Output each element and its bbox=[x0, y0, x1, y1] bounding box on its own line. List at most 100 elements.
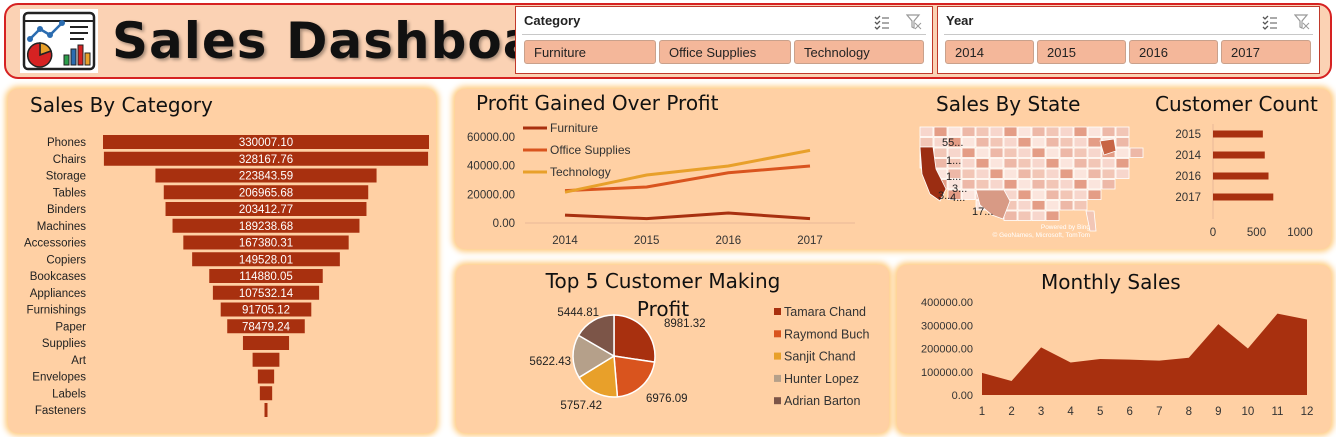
multi-select-icon[interactable] bbox=[874, 14, 890, 30]
state-shape bbox=[975, 137, 990, 148]
pie-value-label: 8981.32 bbox=[664, 318, 706, 330]
legend-swatch bbox=[774, 330, 781, 338]
state-shape bbox=[1059, 189, 1074, 200]
state-shape bbox=[1045, 189, 1060, 200]
state-shape bbox=[1045, 168, 1060, 179]
clear-filter-icon[interactable] bbox=[1294, 14, 1310, 30]
state-shape bbox=[1031, 189, 1046, 200]
slicer-item-2016[interactable]: 2016 bbox=[1129, 40, 1218, 64]
state-shape bbox=[961, 126, 976, 137]
category-label: Appliances bbox=[30, 288, 87, 300]
state-shape bbox=[1073, 189, 1088, 200]
legend-swatch bbox=[774, 352, 781, 360]
state-shape bbox=[1087, 179, 1102, 190]
monthly-sales-area bbox=[982, 313, 1307, 395]
x-tick-label: 2015 bbox=[634, 235, 660, 247]
category-value-label: 206965.68 bbox=[239, 187, 293, 199]
clear-filter-icon[interactable] bbox=[906, 14, 922, 30]
multi-select-icon[interactable] bbox=[1262, 14, 1278, 30]
state-shape bbox=[1073, 179, 1088, 190]
state-shape bbox=[1045, 210, 1060, 221]
state-shape bbox=[1059, 179, 1074, 190]
state-shape bbox=[1087, 126, 1102, 137]
slicer-item-office-supplies[interactable]: Office Supplies bbox=[659, 40, 791, 64]
monthly-sales-chart: 0.00 100000.00 200000.00 300000.00 400000.00… bbox=[921, 297, 1313, 418]
category-label: Binders bbox=[47, 204, 86, 216]
x-tick-label: 10 bbox=[1242, 406, 1255, 418]
state-shape bbox=[1115, 147, 1130, 158]
state-shape bbox=[1073, 147, 1088, 158]
category-value-label: 167380.31 bbox=[239, 238, 293, 250]
state-value-label: 1... bbox=[946, 155, 961, 167]
slicer-item-technology[interactable]: Technology bbox=[794, 40, 924, 64]
state-shape bbox=[961, 147, 976, 158]
category-value-label: 189238.68 bbox=[239, 221, 293, 233]
state-shape bbox=[961, 168, 976, 179]
state-shape bbox=[1031, 168, 1046, 179]
slicer-divider bbox=[944, 34, 1313, 35]
customer-count-bar bbox=[1213, 172, 1269, 180]
state-shape bbox=[1101, 179, 1116, 190]
category-value-label: 91705.12 bbox=[242, 305, 290, 317]
category-label: Furnishings bbox=[27, 305, 87, 317]
state-shape bbox=[1045, 147, 1060, 158]
category-value-label: 149528.01 bbox=[239, 254, 293, 266]
state-shape bbox=[1031, 147, 1046, 158]
x-tick-label: 11 bbox=[1271, 406, 1283, 418]
y-tick-label: 40000.00 bbox=[467, 161, 515, 173]
pie-value-label: 6976.09 bbox=[646, 393, 688, 405]
category-label: Art bbox=[71, 355, 87, 367]
state-shape bbox=[1017, 189, 1032, 200]
map-credit-geonames: © GeoNames, Microsoft, TomTom bbox=[993, 231, 1091, 239]
state-shape bbox=[1115, 168, 1130, 179]
state-shape bbox=[1073, 200, 1088, 211]
state-shape bbox=[1087, 189, 1102, 200]
category-label: Tables bbox=[53, 187, 86, 199]
state-shape bbox=[1087, 137, 1102, 148]
state-shape bbox=[989, 147, 1004, 158]
state-shape bbox=[975, 168, 990, 179]
category-value-label: 107532.14 bbox=[239, 288, 294, 300]
legend-label: Technology bbox=[550, 165, 611, 179]
y-tick-label: 0.00 bbox=[952, 390, 973, 402]
y-tick-label: 20000.00 bbox=[467, 189, 515, 201]
slicer-item-2014[interactable]: 2014 bbox=[945, 40, 1034, 64]
state-shape bbox=[1129, 147, 1144, 158]
state-shape bbox=[989, 137, 1004, 148]
state-shape bbox=[1115, 158, 1130, 169]
state-value-label: 17... bbox=[972, 206, 993, 218]
legend-label: Hunter Lopez bbox=[784, 372, 859, 386]
profit-line-chart: 0.00 20000.00 40000.00 60000.00 2014 2015 2016… bbox=[467, 121, 855, 247]
state-shape bbox=[1073, 168, 1088, 179]
state-shape bbox=[1003, 126, 1018, 137]
year-label: 2016 bbox=[1175, 171, 1201, 183]
slicer-item-furniture[interactable]: Furniture bbox=[524, 40, 656, 64]
analytics-report-icon bbox=[20, 9, 98, 73]
state-shape bbox=[1087, 147, 1102, 158]
category-bar bbox=[264, 403, 268, 417]
category-value-label: 328167.76 bbox=[239, 154, 293, 166]
state-shape bbox=[961, 137, 976, 148]
sales-by-state-title: Sales By State bbox=[936, 92, 1081, 116]
state-shape bbox=[1059, 200, 1074, 211]
sales-by-state-map[interactable]: 55...1...1...3...3...4...17...Powered by… bbox=[900, 119, 1150, 244]
state-shape bbox=[989, 126, 1004, 137]
category-label: Phones bbox=[47, 137, 86, 149]
state-shape bbox=[1073, 126, 1088, 137]
category-bar bbox=[257, 369, 275, 384]
legend-label: Raymond Buch bbox=[784, 327, 870, 341]
legend-label: Tamara Chand bbox=[784, 305, 866, 319]
customer-count-bar bbox=[1213, 130, 1263, 138]
state-shape bbox=[1017, 147, 1032, 158]
state-value-label: 1... bbox=[946, 171, 961, 183]
category-label: Envelopes bbox=[32, 372, 86, 384]
x-tick-label: 6 bbox=[1127, 406, 1133, 418]
category-label: Machines bbox=[37, 221, 86, 233]
series-line bbox=[564, 211, 811, 221]
slicer-item-2015[interactable]: 2015 bbox=[1037, 40, 1126, 64]
state-shape bbox=[1059, 147, 1074, 158]
x-tick-label: 0 bbox=[1210, 227, 1216, 239]
slicer-item-2017[interactable]: 2017 bbox=[1221, 40, 1311, 64]
state-shape bbox=[1115, 126, 1130, 137]
slicer-divider bbox=[522, 34, 926, 35]
